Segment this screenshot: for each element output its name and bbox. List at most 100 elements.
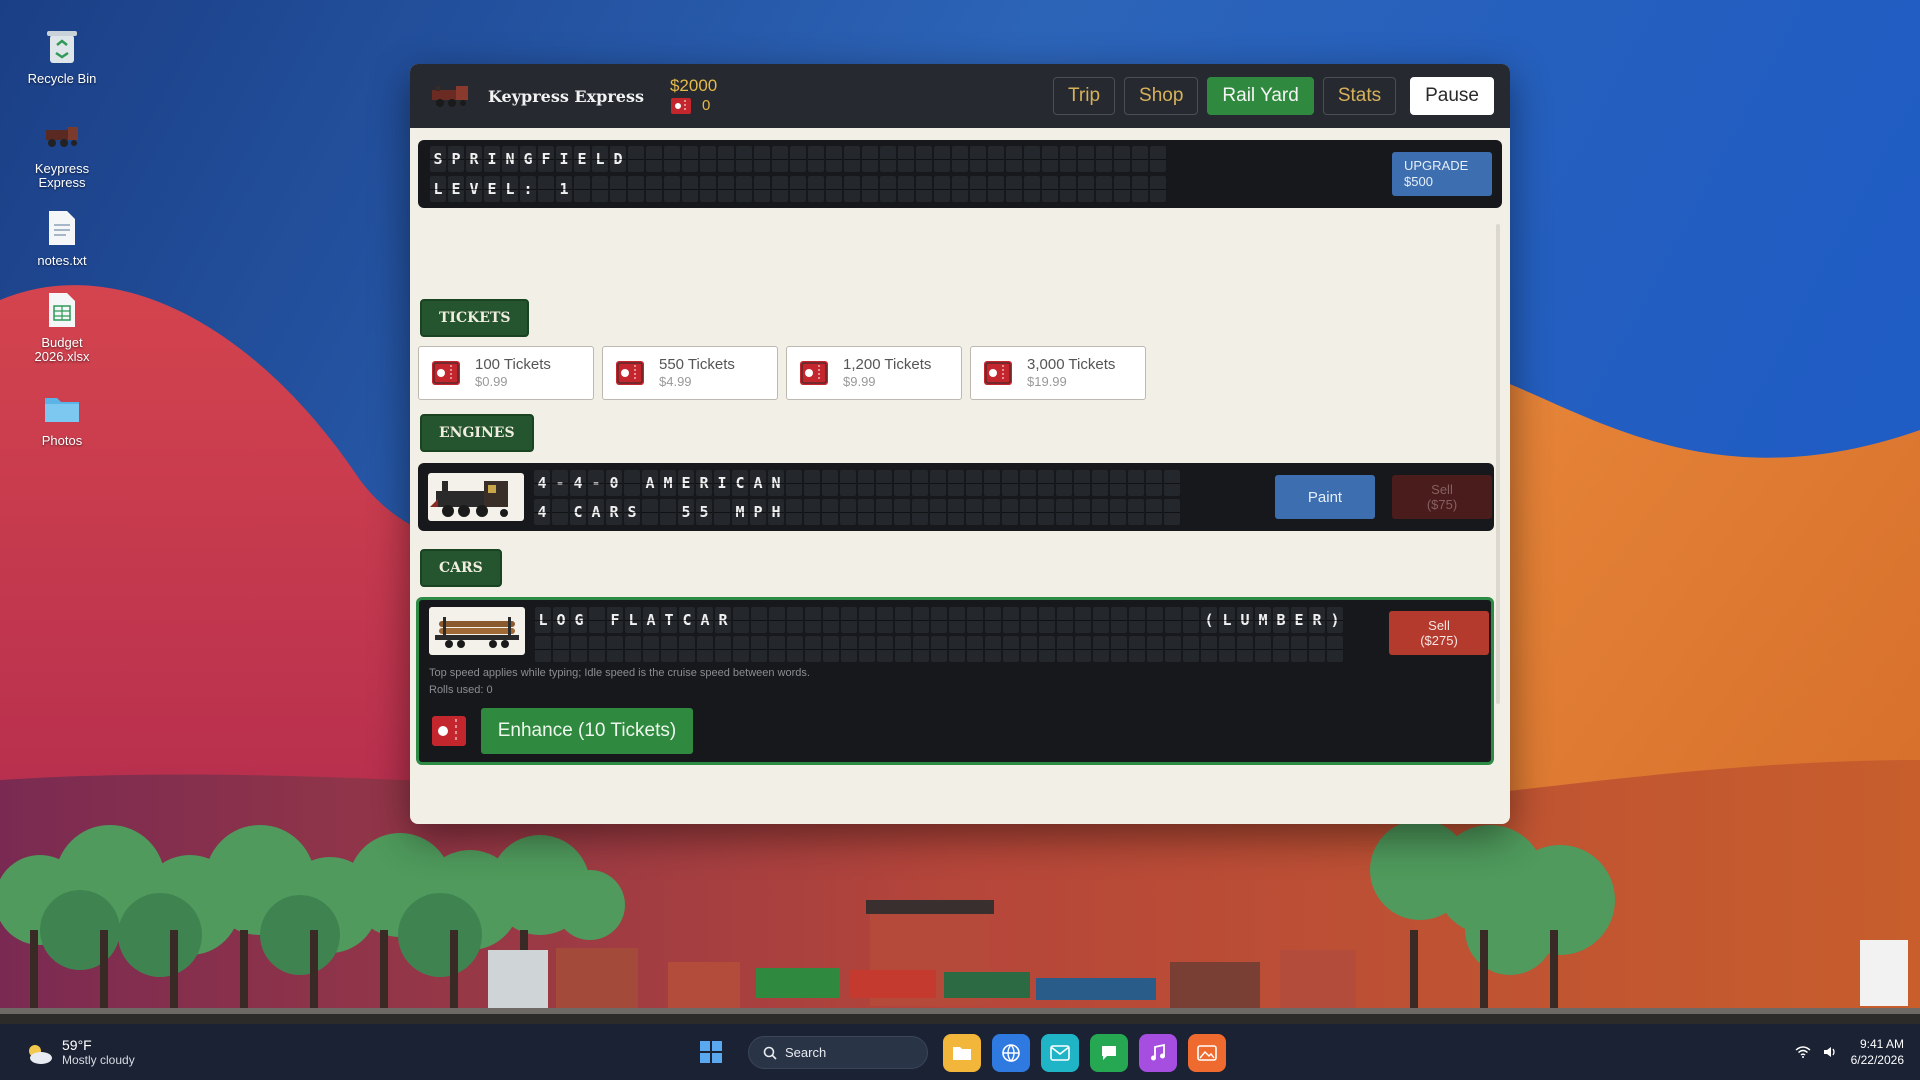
enhance-button[interactable]: Enhance (10 Tickets): [481, 708, 693, 754]
flap-char: ): [1327, 607, 1343, 633]
ticket-pack[interactable]: 550 Tickets $4.99: [602, 346, 778, 400]
flap-char: [1021, 607, 1037, 633]
weather-widget[interactable]: 59°F Mostly cloudy: [24, 1038, 135, 1067]
flap-char: [535, 636, 551, 662]
flap-char: [715, 636, 731, 662]
flap-char: I: [714, 470, 730, 496]
flap-char: [1093, 607, 1109, 633]
flap-char: [1114, 176, 1130, 202]
section-engines: ENGINES: [420, 414, 534, 452]
flap-char: [714, 499, 730, 525]
browser-icon[interactable]: [992, 1034, 1030, 1072]
flap-char: [1096, 146, 1112, 172]
flap-char: [988, 146, 1004, 172]
flap-char: [895, 636, 911, 662]
flap-char: [967, 636, 983, 662]
pack-price: $9.99: [843, 374, 876, 389]
ticket-pack[interactable]: 3,000 Tickets $19.99: [970, 346, 1146, 400]
flap-char: [895, 607, 911, 633]
flap-char: [553, 636, 569, 662]
flap-char: [916, 176, 932, 202]
scrollbar[interactable]: [1496, 224, 1500, 704]
flap-char: [952, 176, 968, 202]
flap-char: A: [588, 499, 604, 525]
train-logo-icon: [432, 86, 468, 107]
clock[interactable]: 9:41 AM 6/22/2026: [1851, 1036, 1904, 1068]
flap-char: [1147, 607, 1163, 633]
keypress-express-window: Keypress Express $2000 0 Trip Shop Rail …: [410, 64, 1510, 824]
wifi-icon[interactable]: [1795, 1046, 1811, 1058]
flap-char: [822, 499, 838, 525]
tab-trip[interactable]: Trip: [1053, 77, 1116, 115]
flap-char: [1003, 607, 1019, 633]
system-tray: 9:41 AM 6/22/2026: [1795, 1036, 1904, 1068]
flap-char: [1147, 636, 1163, 662]
flap-char: [894, 470, 910, 496]
flap-char: [898, 176, 914, 202]
flap-char: 1: [556, 176, 572, 202]
flap-char: [1129, 636, 1145, 662]
flap-char: D: [610, 146, 626, 172]
chat-icon[interactable]: [1090, 1034, 1128, 1072]
tab-shop[interactable]: Shop: [1124, 77, 1199, 115]
app-topbar: Keypress Express $2000 0 Trip Shop Rail …: [410, 64, 1510, 128]
flap-char: [970, 146, 986, 172]
sell-car-button[interactable]: Sell ($275): [1389, 611, 1489, 655]
pause-button[interactable]: Pause: [1410, 77, 1494, 115]
upgrade-price: $500: [1404, 174, 1433, 189]
flap-char: [772, 146, 788, 172]
tab-stats[interactable]: Stats: [1322, 77, 1397, 115]
flap-char: [1039, 636, 1055, 662]
partly-cloudy-icon: [29, 1044, 52, 1064]
ticket-pack[interactable]: 1,200 Tickets $9.99: [786, 346, 962, 400]
flap-char: M: [1255, 607, 1271, 633]
file-explorer-icon[interactable]: [943, 1034, 981, 1072]
desktop-icon-notes[interactable]: notes.txt: [14, 206, 110, 268]
ticket-pack[interactable]: 100 Tickets $0.99: [418, 346, 594, 400]
mail-icon[interactable]: [1041, 1034, 1079, 1072]
flap-char: [787, 636, 803, 662]
flap-char: [646, 146, 662, 172]
flap-char: [1093, 636, 1109, 662]
desktop-icon-keypress-express[interactable]: Keypress Express: [14, 114, 110, 190]
flap-char: [805, 607, 821, 633]
desktop-icon-photos[interactable]: Photos: [14, 386, 110, 448]
ticket-icon: [616, 361, 644, 385]
flap-char: [1075, 636, 1091, 662]
flap-char: [1110, 499, 1126, 525]
flap-char: [607, 636, 623, 662]
flap-char: [913, 607, 929, 633]
car-detail-row: [535, 636, 1343, 662]
folder-icon: [40, 386, 84, 430]
engine-card: 4-4-0AMERICAN 4CARS55MPH Paint Sell ($75…: [418, 463, 1494, 531]
flap-char: [1060, 146, 1076, 172]
ticket-balance: 0: [670, 96, 717, 116]
rail-yard-content[interactable]: TICKETS 100 Tickets $0.99 550 Tickets $4.9…: [410, 220, 1510, 824]
upgrade-station-button[interactable]: UPGRADE $500: [1392, 152, 1492, 196]
clock-date: 6/22/2026: [1850, 1053, 1904, 1067]
sell-engine-button[interactable]: Sell ($75): [1392, 475, 1492, 519]
photos-icon[interactable]: [1188, 1034, 1226, 1072]
flap-char: [1291, 636, 1307, 662]
ticket-icon: [800, 361, 828, 385]
flap-char: E: [574, 146, 590, 172]
flap-char: [1003, 636, 1019, 662]
flap-char: [822, 470, 838, 496]
start-menu-icon[interactable]: [700, 1041, 722, 1063]
desktop-icon-budget[interactable]: Budget 2026.xlsx: [14, 288, 110, 364]
flap-char: A: [643, 607, 659, 633]
paint-button[interactable]: Paint: [1275, 475, 1375, 519]
volume-icon[interactable]: [1823, 1046, 1837, 1058]
flap-char: T: [661, 607, 677, 633]
tab-rail-yard[interactable]: Rail Yard: [1207, 77, 1314, 115]
desktop-icon-recycle-bin[interactable]: Recycle Bin: [14, 24, 110, 86]
flap-char: 5: [696, 499, 712, 525]
ticket-count: 0: [701, 97, 711, 114]
flap-char: [826, 146, 842, 172]
flap-char: [1132, 146, 1148, 172]
taskbar-search[interactable]: Search: [748, 1036, 928, 1069]
flap-char: [804, 499, 820, 525]
flap-char: [1146, 499, 1162, 525]
music-icon[interactable]: [1139, 1034, 1177, 1072]
flap-char: [1237, 636, 1253, 662]
